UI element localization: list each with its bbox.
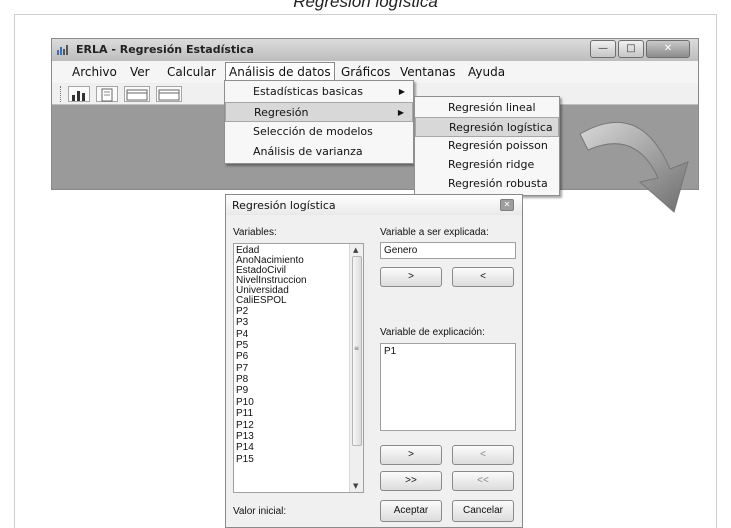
list-item[interactable]: CaliESPOL (236, 296, 287, 306)
menu-item-regresion-robusta[interactable]: Regresión robusta (415, 174, 559, 194)
menu-item-regresion-poisson[interactable]: Regresión poisson (415, 136, 559, 156)
dialog-title: Regresión logística (232, 199, 336, 212)
menu-item-regresion[interactable]: Regresión ▶ (225, 102, 413, 122)
submenu-arrow-icon: ▶ (398, 87, 405, 96)
bar-chart-icon (72, 91, 85, 101)
menu-ver[interactable]: Ver (130, 65, 150, 79)
menu-item-regresion-logistica[interactable]: Regresión logística (415, 117, 559, 137)
toolbar-grip[interactable] (60, 86, 63, 102)
dependent-variable-label: Variable a ser explicada: (380, 227, 489, 238)
menu-item-regresion-ridge[interactable]: Regresión ridge (415, 155, 559, 175)
list-item[interactable]: P5 (236, 341, 248, 351)
menu-archivo[interactable]: Archivo (72, 65, 117, 79)
table-tool-button[interactable] (124, 86, 150, 102)
add-dependent-button[interactable]: > (380, 267, 442, 287)
regresion-logistica-dialog: Regresión logística ✕ Variables: Edad An… (225, 194, 523, 528)
scrollbar-grip-icon: ≡ (354, 345, 360, 352)
window-icon (158, 89, 180, 101)
variables-scrollbar[interactable]: ▲ ≡ ▼ (349, 244, 363, 492)
title-bar: ERLA - Regresión Estadística — □ ✕ (52, 39, 698, 61)
menu-item-label: Regresión (254, 106, 309, 119)
window-title: ERLA - Regresión Estadística (76, 43, 254, 56)
scroll-up-icon[interactable]: ▲ (353, 246, 358, 254)
explanatory-variable-label: Variable de explicación: (380, 327, 485, 338)
analisis-dropdown: Estadísticas basicas ▶ Regresión ▶ Selec… (224, 80, 414, 164)
menu-item-estadisticas-basicas[interactable]: Estadísticas basicas ▶ (225, 82, 413, 102)
dialog-close-button[interactable]: ✕ (500, 199, 514, 211)
initial-value-label: Valor inicial: (233, 506, 287, 517)
add-all-button[interactable]: >> (380, 471, 442, 491)
window-tool-button[interactable] (156, 86, 182, 102)
dependent-variable-field[interactable]: Genero (380, 242, 516, 259)
menu-ventanas[interactable]: Ventanas (400, 65, 456, 79)
document-icon (101, 88, 113, 102)
regresion-submenu: Regresión lineal Regresión logística Reg… (414, 96, 560, 196)
remove-explanatory-button[interactable]: < (452, 445, 514, 465)
menu-calcular[interactable]: Calcular (167, 65, 216, 79)
chart-tool-button[interactable] (68, 86, 90, 102)
menu-ayuda[interactable]: Ayuda (468, 65, 505, 79)
menu-graficos[interactable]: Gráficos (341, 65, 390, 79)
list-item[interactable]: P13 (236, 432, 254, 442)
add-explanatory-button[interactable]: > (380, 445, 442, 465)
app-icon (57, 45, 68, 55)
list-item[interactable]: P15 (236, 455, 254, 465)
list-item[interactable]: P6 (236, 352, 248, 362)
variables-label: Variables: (233, 227, 277, 238)
close-button[interactable]: ✕ (646, 40, 690, 58)
list-item[interactable]: P10 (236, 398, 254, 408)
list-item[interactable]: P11 (236, 409, 253, 419)
menu-item-seleccion-de-modelos[interactable]: Selección de modelos (225, 122, 413, 142)
dialog-title-bar: Regresión logística ✕ (226, 195, 522, 215)
scrollbar-thumb[interactable]: ≡ (352, 256, 362, 446)
scroll-down-icon[interactable]: ▼ (353, 482, 358, 490)
document-tool-button[interactable] (96, 86, 118, 102)
list-item[interactable]: P1 (384, 346, 512, 357)
menu-item-label: Regresión robusta (448, 177, 548, 190)
list-item[interactable]: P3 (236, 318, 248, 328)
figure-caption: Regresión logística (293, 0, 438, 11)
menu-analisis-de-datos[interactable]: Análisis de datos (225, 62, 335, 82)
menu-item-label: Análisis de varianza (253, 145, 363, 158)
explanatory-variables-listbox[interactable]: P1 (380, 343, 516, 431)
list-item[interactable]: P4 (236, 330, 248, 340)
menu-item-label: Regresión ridge (448, 158, 535, 171)
list-item[interactable]: P8 (236, 375, 248, 385)
list-item[interactable]: P12 (236, 421, 254, 431)
list-item[interactable]: P7 (236, 364, 248, 374)
menu-item-regresion-lineal[interactable]: Regresión lineal (415, 98, 559, 118)
menu-item-label: Estadísticas basicas (253, 85, 363, 98)
dialog-body: Variables: Edad AnoNacimiento EstadoCivi… (226, 215, 522, 527)
menu-item-label: Regresión poisson (448, 139, 548, 152)
list-item[interactable]: P2 (236, 307, 248, 317)
menu-item-label: Regresión logística (449, 121, 553, 134)
remove-dependent-button[interactable]: < (452, 267, 514, 287)
table-icon (126, 89, 148, 101)
maximize-button[interactable]: □ (618, 40, 644, 58)
menu-item-analisis-de-varianza[interactable]: Análisis de varianza (225, 142, 413, 162)
list-item[interactable]: P14 (236, 443, 254, 453)
minimize-button[interactable]: — (590, 40, 616, 58)
variables-listbox[interactable]: Edad AnoNacimiento EstadoCivil NivelInst… (233, 243, 364, 493)
remove-all-button[interactable]: << (452, 471, 514, 491)
menu-item-label: Selección de modelos (253, 125, 373, 138)
list-item[interactable]: P9 (236, 386, 248, 396)
accept-button[interactable]: Aceptar (380, 500, 442, 522)
cancel-button[interactable]: Cancelar (452, 500, 514, 522)
submenu-arrow-icon: ▶ (397, 108, 404, 117)
menu-item-label: Regresión lineal (448, 101, 536, 114)
curved-arrow-icon (579, 121, 689, 213)
